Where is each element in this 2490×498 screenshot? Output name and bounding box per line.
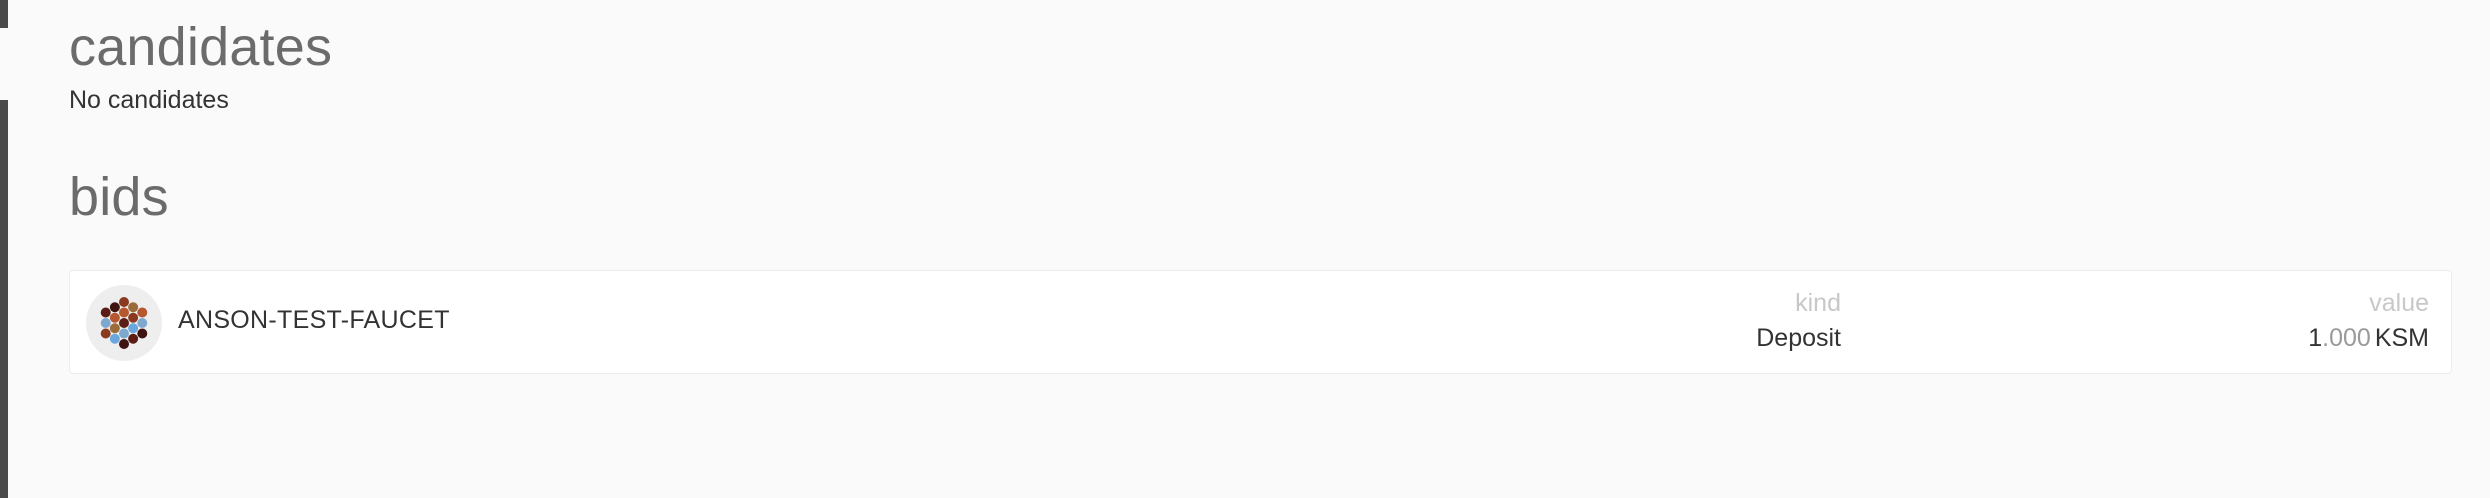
bid-account-name[interactable]: ANSON-TEST-FAUCET (178, 308, 450, 333)
identicon-dot (119, 307, 129, 318)
bid-kind-label: kind (1795, 289, 1841, 317)
polkadot-identicon-icon[interactable] (85, 284, 163, 362)
identicon-dot (128, 312, 139, 323)
bids-title: bids (69, 167, 169, 227)
identicon-dot (128, 302, 139, 313)
identicon-dot (137, 307, 148, 318)
identicon-dot (109, 312, 120, 323)
candidates-empty-message: No candidates (69, 86, 229, 114)
identicon-dot (119, 318, 129, 328)
bid-value-decimals: .000 (2322, 324, 2371, 352)
candidates-title: candidates (69, 17, 333, 77)
window-edge-top (0, 0, 8, 28)
identicon-dot (128, 323, 139, 334)
identicon-dot (100, 328, 111, 339)
bid-value-label: value (2369, 289, 2429, 317)
identicon-dot (128, 333, 139, 344)
identicon-dot (100, 318, 111, 328)
bid-kind-value: Deposit (1756, 324, 1841, 352)
identicon-dot (119, 328, 129, 339)
identicon-dot (109, 323, 120, 334)
identicon-dot (137, 318, 148, 328)
identicon-dot (109, 302, 120, 313)
bid-row: ANSON-TEST-FAUCET kind Deposit value 1.0… (69, 270, 2452, 374)
bid-value-integer: 1 (2308, 324, 2323, 352)
identicon-dot (137, 328, 148, 339)
window-edge-bottom (0, 100, 8, 498)
identicon-dot (119, 339, 129, 349)
identicon-dot (119, 297, 129, 307)
page: candidates No candidates bids ANSON-TEST… (0, 0, 2490, 498)
bid-value-unit: KSM (2374, 324, 2429, 352)
bid-kind-column: kind Deposit (1756, 291, 1841, 351)
bid-value-column: value 1.000 KSM (2308, 291, 2429, 351)
bid-value-amount: 1.000 KSM (2308, 326, 2429, 351)
identicon-dot (100, 307, 111, 318)
identicon-dot (109, 333, 120, 344)
